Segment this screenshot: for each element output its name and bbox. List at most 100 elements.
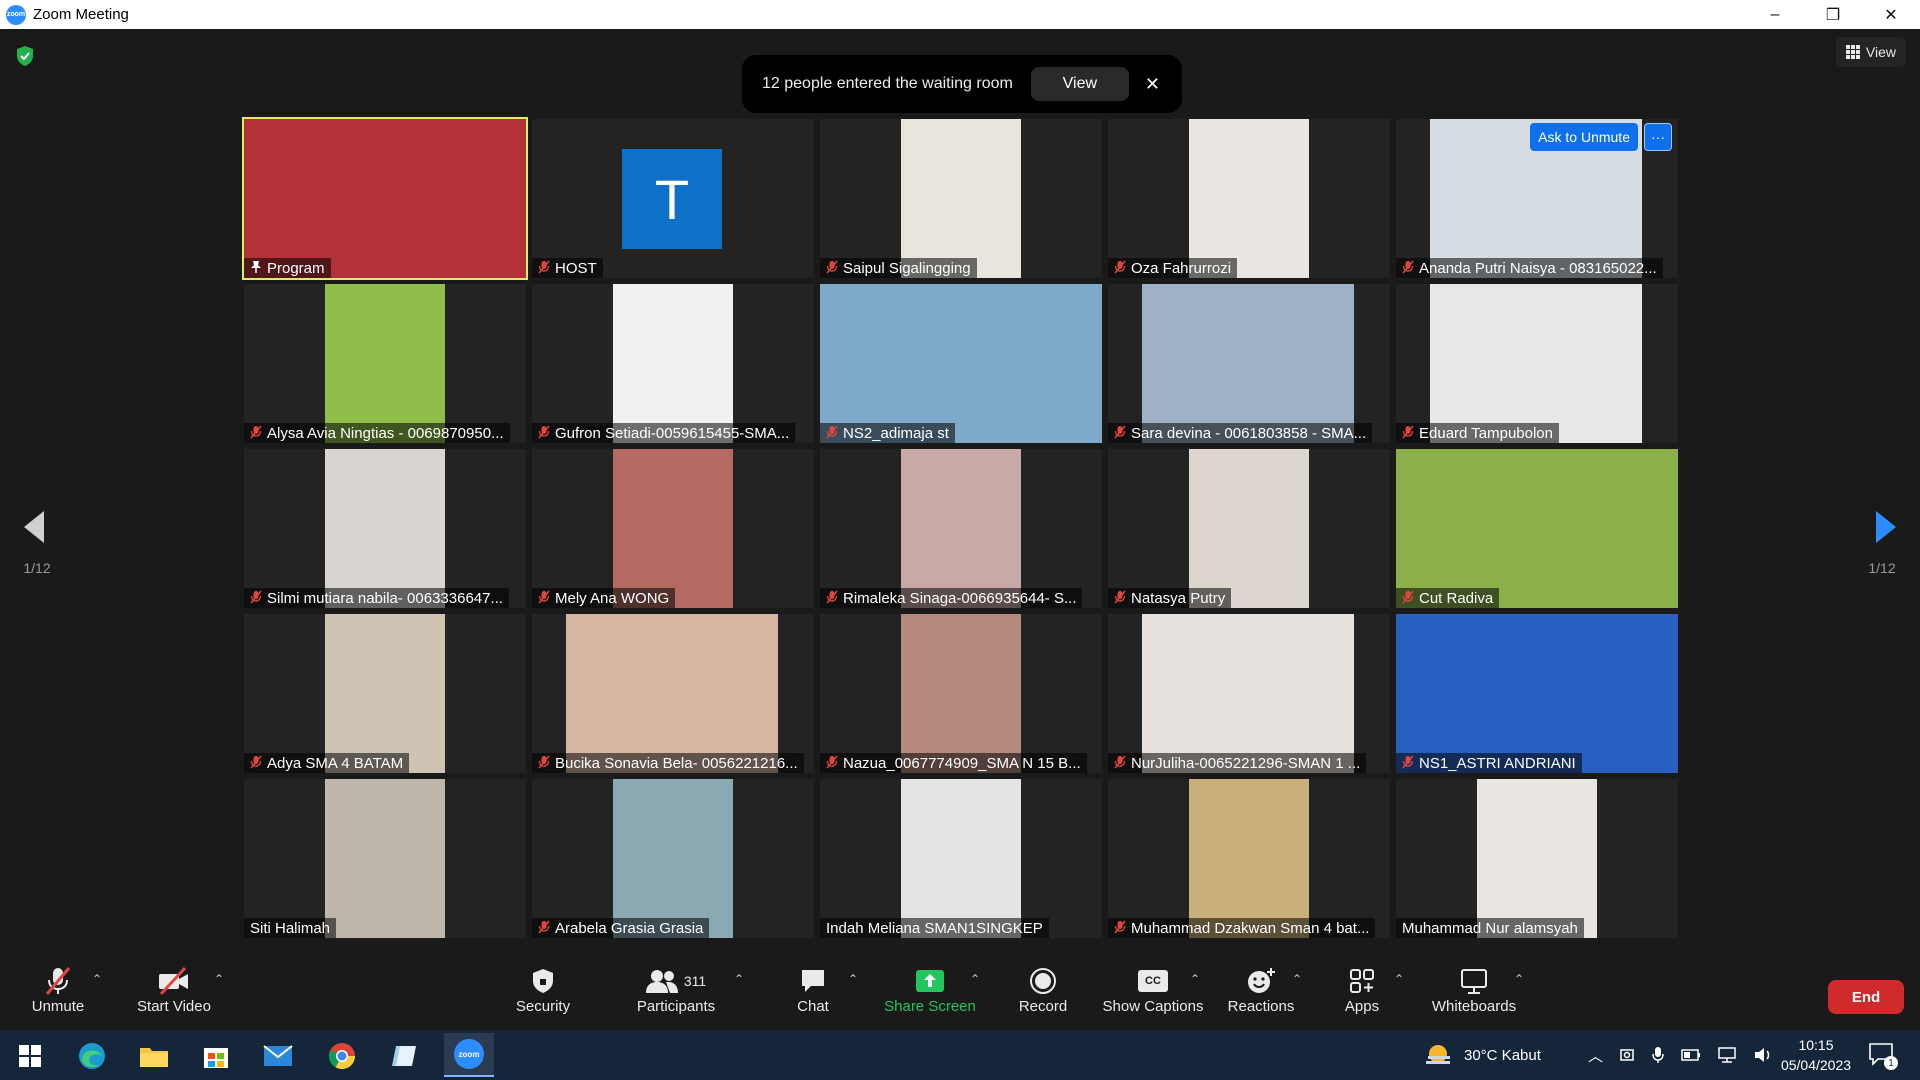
security-button[interactable]: Security xyxy=(510,964,576,1015)
participant-tile[interactable]: Eduard Tampubolon xyxy=(1396,284,1678,443)
view-waiting-room-button[interactable]: View xyxy=(1030,67,1129,101)
microsoft-store-icon[interactable] xyxy=(196,1038,236,1074)
captions-options-caret-icon[interactable]: ⌃ xyxy=(1190,972,1200,986)
view-layout-button[interactable]: View xyxy=(1835,37,1906,67)
restore-button[interactable]: ❐ xyxy=(1804,0,1862,29)
zoom-taskbar-icon[interactable]: zoom xyxy=(444,1033,494,1077)
participant-video-feed xyxy=(1477,779,1597,938)
clock[interactable]: 10:15 05/04/2023 xyxy=(1766,1035,1866,1075)
encryption-shield-icon[interactable] xyxy=(15,45,35,67)
unmute-button[interactable]: Unmute xyxy=(28,964,88,1015)
participant-name: Silmi mutiara nabila- 0063336647... xyxy=(267,589,503,607)
share-screen-button[interactable]: Share Screen xyxy=(884,964,976,1015)
participant-tile[interactable]: Indah Meliana SMAN1SINGKEP xyxy=(820,779,1102,938)
share-options-caret-icon[interactable]: ⌃ xyxy=(970,972,980,986)
whiteboard-icon xyxy=(1460,964,1488,998)
participant-tile[interactable]: Rimaleka Sinaga-0066935644- S... xyxy=(820,449,1102,608)
microphone-tray-icon[interactable] xyxy=(1651,1046,1665,1064)
next-page-arrow-icon[interactable] xyxy=(1874,509,1898,545)
participant-tile[interactable]: Muhammad Dzakwan Sman 4 bat... xyxy=(1108,779,1390,938)
chat-options-caret-icon[interactable]: ⌃ xyxy=(848,972,858,986)
reactions-options-caret-icon[interactable]: ⌃ xyxy=(1292,972,1302,986)
audio-options-caret-icon[interactable]: ⌃ xyxy=(92,972,102,986)
participant-tile[interactable]: Nazua_0067774909_SMA N 15 B... xyxy=(820,614,1102,773)
participant-tile[interactable]: Cut Radiva xyxy=(1396,449,1678,608)
participant-tile[interactable]: Siti Halimah xyxy=(244,779,526,938)
meeting-stage: View 12 people entered the waiting room … xyxy=(0,29,1920,954)
participant-video-feed xyxy=(901,119,1021,278)
edge-browser-icon[interactable] xyxy=(72,1038,112,1074)
participant-tile[interactable]: Oza Fahrurrozi xyxy=(1108,119,1390,278)
clock-date: 05/04/2023 xyxy=(1780,1057,1852,1073)
previous-page-arrow-icon[interactable] xyxy=(22,509,46,545)
participant-video-feed xyxy=(613,779,733,938)
end-meeting-button[interactable]: End xyxy=(1828,980,1904,1014)
record-button[interactable]: Record xyxy=(1016,964,1070,1015)
start-video-button[interactable]: Start Video xyxy=(132,964,216,1015)
participant-video-feed xyxy=(1189,119,1309,278)
participant-tile[interactable]: Program xyxy=(242,117,528,280)
participant-name: Cut Radiva xyxy=(1419,589,1494,607)
windows-start-icon[interactable] xyxy=(10,1038,50,1074)
muted-microphone-icon xyxy=(826,260,838,277)
participant-name-label: Indah Meliana SMAN1SINGKEP xyxy=(820,918,1049,938)
participant-tile[interactable]: Sara devina - 0061803858 - SMA... xyxy=(1108,284,1390,443)
chat-button[interactable]: Chat xyxy=(788,964,838,1015)
participant-name-label: Siti Halimah xyxy=(244,918,337,938)
more-options-button[interactable]: ··· xyxy=(1644,123,1672,151)
minimize-button[interactable]: – xyxy=(1746,0,1804,29)
reactions-button[interactable]: Reactions xyxy=(1226,964,1296,1015)
whiteboards-options-caret-icon[interactable]: ⌃ xyxy=(1514,972,1524,986)
camera-tray-icon[interactable] xyxy=(1619,1047,1635,1063)
mail-icon[interactable] xyxy=(258,1038,298,1074)
share-screen-icon xyxy=(915,964,945,998)
participant-tile[interactable]: Gufron Setiadi-0059615455-SMA... xyxy=(532,284,814,443)
video-options-caret-icon[interactable]: ⌃ xyxy=(214,972,224,986)
ask-to-unmute-button[interactable]: Ask to Unmute xyxy=(1530,123,1638,151)
notepad-app-icon[interactable] xyxy=(384,1038,424,1074)
chrome-browser-icon[interactable] xyxy=(322,1038,362,1074)
windows-taskbar: zoom 30°C Kabut ︿ 10:15 05/04/2023 1 xyxy=(0,1030,1920,1080)
notifications-icon[interactable]: 1 xyxy=(1868,1042,1898,1070)
participant-video-feed xyxy=(1189,449,1309,608)
participant-tile[interactable]: Silmi mutiara nabila- 0063336647... xyxy=(244,449,526,608)
participant-tile[interactable]: NS1_ASTRI ANDRIANI xyxy=(1396,614,1678,773)
close-window-button[interactable]: ✕ xyxy=(1862,0,1920,29)
participant-tile[interactable]: Ask to Unmute ··· Ananda Putri Naisya - 08… xyxy=(1396,119,1678,278)
apps-options-caret-icon[interactable]: ⌃ xyxy=(1394,972,1404,986)
participant-tile[interactable]: Natasya Putry xyxy=(1108,449,1390,608)
participant-tile[interactable]: T HOST xyxy=(532,119,814,278)
participant-tile[interactable]: Saipul Sigalingging xyxy=(820,119,1102,278)
microphone-muted-icon xyxy=(44,964,72,998)
share-screen-label: Share Screen xyxy=(884,998,976,1015)
participant-name: Nazua_0067774909_SMA N 15 B... xyxy=(843,754,1081,772)
video-off-icon xyxy=(157,964,191,998)
show-hidden-icons-chevron-icon[interactable]: ︿ xyxy=(1588,1045,1603,1066)
battery-tray-icon[interactable] xyxy=(1681,1049,1701,1061)
whiteboards-button[interactable]: Whiteboards xyxy=(1428,964,1520,1015)
participant-name-label: Nazua_0067774909_SMA N 15 B... xyxy=(820,753,1087,773)
participant-video-feed xyxy=(901,449,1021,608)
participant-name-label: Eduard Tampubolon xyxy=(1396,423,1559,443)
apps-icon xyxy=(1349,964,1375,998)
apps-button[interactable]: Apps xyxy=(1340,964,1384,1015)
participant-name-label: Muhammad Nur alamsyah xyxy=(1396,918,1584,938)
participant-video-feed xyxy=(1430,284,1642,443)
participant-tile[interactable]: NurJuliha-0065221296-SMAN 1 ... xyxy=(1108,614,1390,773)
participant-tile[interactable]: Bucika Sonavia Bela- 0056221216... xyxy=(532,614,814,773)
participants-button[interactable]: 311 Participants xyxy=(630,964,722,1015)
file-explorer-icon[interactable] xyxy=(134,1038,174,1074)
participant-tile[interactable]: Mely Ana WONG xyxy=(532,449,814,608)
participant-tile[interactable]: Arabela Grasia Grasia xyxy=(532,779,814,938)
chat-bubble-icon xyxy=(799,964,827,998)
participant-tile[interactable]: Muhammad Nur alamsyah xyxy=(1396,779,1678,938)
participant-tile[interactable]: NS2_adimaja st xyxy=(820,284,1102,443)
participant-tile[interactable]: Alysa Avia Ningtias - 0069870950... xyxy=(244,284,526,443)
weather-widget[interactable]: 30°C Kabut xyxy=(1424,1030,1541,1080)
participants-options-caret-icon[interactable]: ⌃ xyxy=(734,972,744,986)
network-tray-icon[interactable] xyxy=(1717,1046,1737,1064)
participant-name-label: NS2_adimaja st xyxy=(820,423,955,443)
muted-microphone-icon xyxy=(1114,260,1126,277)
participant-tile[interactable]: Adya SMA 4 BATAM xyxy=(244,614,526,773)
close-notification-icon[interactable]: ✕ xyxy=(1145,74,1160,95)
